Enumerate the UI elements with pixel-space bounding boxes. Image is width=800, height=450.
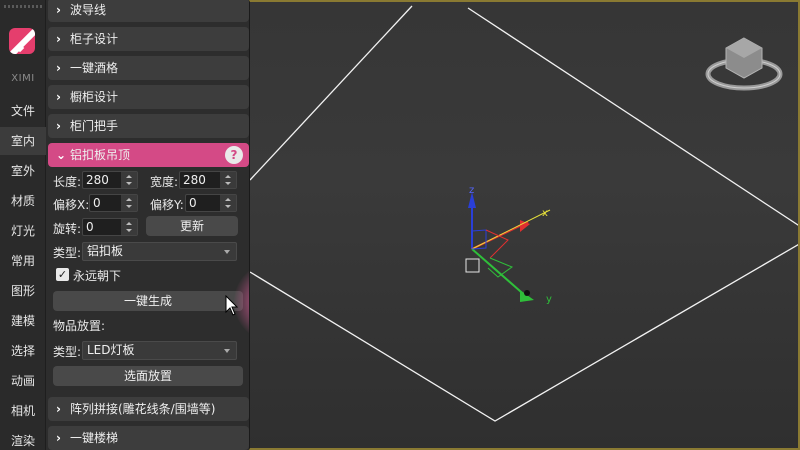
section-kitchen-cabinet[interactable]: › 橱柜设计 — [48, 85, 249, 109]
section-aluminum-ceiling[interactable]: ⌄ 铝扣板吊顶 ? — [48, 143, 249, 167]
length-input[interactable]: 280 — [82, 171, 138, 189]
chevron-down-icon — [224, 349, 230, 353]
select-face-place-button[interactable]: 选面放置 — [53, 366, 243, 386]
gizmo-axis-x-label: x — [542, 208, 548, 219]
chevron-down-icon — [224, 250, 230, 254]
chevron-right-icon: › — [56, 61, 61, 75]
chevron-right-icon: › — [56, 90, 61, 104]
viewport-3d[interactable]: z x y — [249, 0, 800, 450]
section-waveguide-line[interactable]: › 波导线 — [48, 0, 249, 22]
nav-item-modeling[interactable]: 建模 — [0, 307, 46, 335]
placement-type-select[interactable]: LED灯板 — [82, 341, 237, 360]
placement-type-label: 类型: — [53, 345, 82, 359]
nav-item-camera[interactable]: 相机 — [0, 397, 46, 425]
section-wine-rack[interactable]: › 一键酒格 — [48, 56, 249, 80]
chevron-right-icon: › — [56, 32, 61, 46]
nav-item-shapes[interactable]: 图形 — [0, 277, 46, 305]
width-input[interactable]: 280 — [179, 171, 237, 189]
nav-item-select[interactable]: 选择 — [0, 337, 46, 365]
nav-item-interior[interactable]: 室内 — [0, 127, 46, 155]
nav-item-file[interactable]: 文件 — [0, 97, 46, 125]
nav-item-exterior[interactable]: 室外 — [0, 157, 46, 185]
always-down-checkbox[interactable]: ✓ — [56, 268, 69, 281]
type-select[interactable]: 铝扣板 — [82, 242, 237, 261]
nav-item-common[interactable]: 常用 — [0, 247, 46, 275]
spinner-arrows-icon[interactable] — [121, 172, 137, 188]
spinner-arrows-icon[interactable] — [220, 195, 236, 211]
viewport-canvas: z x y — [250, 5, 798, 422]
nav-item-render[interactable]: 渲染 — [0, 427, 46, 450]
section-array-tiling[interactable]: › 阵列拼接(雕花线条/围墙等) — [48, 397, 249, 421]
rotate-input[interactable]: 0 — [82, 218, 138, 236]
chevron-right-icon: › — [56, 3, 61, 17]
rotate-label: 旋转: — [53, 222, 82, 236]
always-down-label: 永远朝下 — [73, 269, 122, 283]
chevron-right-icon: › — [56, 402, 61, 416]
offset-y-label: 偏移Y: — [150, 198, 184, 212]
type-label: 类型: — [53, 246, 82, 260]
view-cube-icon[interactable] — [705, 37, 783, 91]
section-door-handle[interactable]: › 柜门把手 — [48, 114, 249, 138]
nav-item-animation[interactable]: 动画 — [0, 367, 46, 395]
app-logo-icon — [9, 28, 35, 54]
gizmo-axis-y-label: y — [546, 294, 552, 305]
spinner-arrows-icon[interactable] — [121, 195, 137, 211]
help-icon[interactable]: ? — [225, 146, 243, 164]
spinner-arrows-icon[interactable] — [121, 219, 137, 235]
mouse-cursor-icon — [225, 295, 239, 316]
offset-y-input[interactable]: 0 — [185, 194, 237, 212]
chevron-right-icon: › — [56, 119, 61, 133]
offset-x-label: 偏移X: — [53, 198, 90, 212]
width-label: 宽度: — [150, 175, 179, 189]
plane-edge — [250, 243, 798, 422]
section-one-click-stairs[interactable]: › 一键楼梯 — [48, 426, 249, 450]
section-cabinet-design[interactable]: › 柜子设计 — [48, 27, 249, 51]
length-label: 长度: — [53, 175, 82, 189]
spinner-arrows-icon[interactable] — [220, 172, 236, 188]
offset-x-input[interactable]: 0 — [89, 194, 138, 212]
nav-item-material[interactable]: 材质 — [0, 187, 46, 215]
grip-handle[interactable] — [4, 5, 42, 8]
gizmo-axis-z-label: z — [469, 185, 474, 196]
placement-label: 物品放置: — [53, 319, 106, 333]
generate-button[interactable]: 一键生成 — [53, 291, 243, 311]
chevron-down-icon: ⌄ — [56, 148, 67, 162]
plane-edge — [467, 7, 798, 226]
plane-edge — [250, 5, 413, 181]
transform-gizmo[interactable]: z x y — [465, 185, 552, 305]
nav-item-light[interactable]: 灯光 — [0, 217, 46, 245]
update-button[interactable]: 更新 — [146, 216, 238, 236]
tool-panel: › 波导线 › 柜子设计 › 一键酒格 › 橱柜设计 › 柜门把手 ⌄ 铝扣板吊顶 ? 长度… — [46, 0, 314, 450]
brand-label: XIMI — [11, 73, 35, 84]
left-nav-bar: XIMI 文件 室内 室外 材质 灯光 常用 图形 建模 选择 动画 相机 渲染 — [0, 0, 46, 450]
chevron-right-icon: › — [56, 431, 61, 445]
